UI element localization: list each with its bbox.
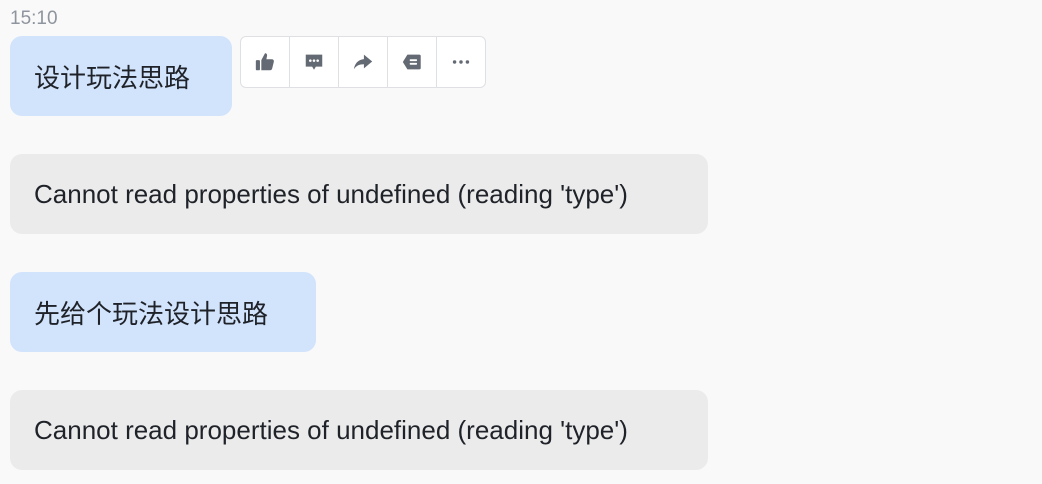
like-button[interactable]	[241, 37, 290, 87]
more-icon	[452, 60, 470, 64]
message-text: Cannot read properties of undefined (rea…	[34, 414, 628, 445]
bot-message-bubble[interactable]: Cannot read properties of undefined (rea…	[10, 390, 708, 470]
comment-icon	[305, 54, 323, 70]
forward-button[interactable]	[339, 37, 388, 87]
message-action-toolbar	[240, 36, 486, 88]
chat-thread: 15:10 设计玩法思路 Cannot read properties of u…	[0, 0, 1042, 484]
more-button[interactable]	[437, 37, 485, 87]
message-text: 设计玩法思路	[34, 63, 191, 94]
message-timestamp: 15:10	[10, 8, 58, 29]
message-text: 先给个玩法设计思路	[34, 299, 269, 330]
comment-button[interactable]	[290, 37, 339, 87]
message-text: Cannot read properties of undefined (rea…	[34, 178, 628, 209]
quote-reply-icon	[402, 54, 421, 70]
forward-icon	[353, 54, 373, 70]
bot-message-bubble[interactable]: Cannot read properties of undefined (rea…	[10, 154, 708, 234]
quote-reply-button[interactable]	[388, 37, 437, 87]
thumbs-up-icon	[255, 53, 274, 71]
user-message-bubble[interactable]: 设计玩法思路	[10, 36, 232, 116]
user-message-bubble[interactable]: 先给个玩法设计思路	[10, 272, 316, 352]
